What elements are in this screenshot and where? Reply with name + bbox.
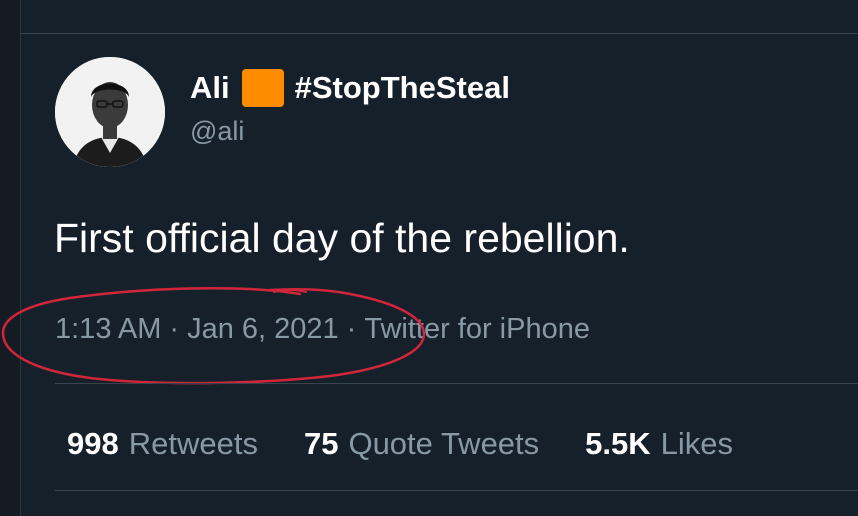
retweets-stat[interactable]: 998 Retweets	[67, 424, 258, 464]
tweet-meta: 1:13 AM · Jan 6, 2021 · Twitter for iPhone	[55, 310, 590, 348]
quote-tweets-stat[interactable]: 75 Quote Tweets	[304, 424, 539, 464]
tweet-stats: 998 Retweets 75 Quote Tweets 5.5K Likes	[67, 424, 733, 464]
avatar-photo-icon	[55, 57, 165, 167]
retweets-count: 998	[67, 426, 119, 461]
likes-count: 5.5K	[585, 426, 651, 461]
meta-divider	[55, 383, 858, 384]
avatar[interactable]	[55, 57, 165, 167]
top-divider	[20, 33, 858, 34]
stats-divider	[55, 490, 858, 491]
tweet-text: First official day of the rebellion.	[54, 215, 630, 261]
likes-stat[interactable]: 5.5K Likes	[585, 424, 733, 464]
meta-separator: ·	[346, 313, 357, 345]
orange-square-icon	[241, 69, 284, 107]
tweet-source[interactable]: Twitter for iPhone	[364, 313, 590, 345]
meta-separator: ·	[169, 313, 180, 345]
tweet-time[interactable]: 1:13 AM	[55, 313, 161, 345]
retweets-label: Retweets	[128, 426, 258, 461]
author-handle[interactable]: @ali	[190, 114, 244, 148]
window-edge	[0, 0, 21, 516]
author-display-name[interactable]: Ali #StopTheSteal	[190, 68, 510, 108]
quote-tweets-label: Quote Tweets	[348, 426, 540, 461]
likes-label: Likes	[660, 426, 734, 461]
author-name-suffix: #StopTheSteal	[294, 70, 510, 105]
quote-tweets-count: 75	[303, 426, 339, 461]
author-name: Ali	[190, 70, 230, 105]
tweet-date[interactable]: Jan 6, 2021	[187, 313, 339, 345]
